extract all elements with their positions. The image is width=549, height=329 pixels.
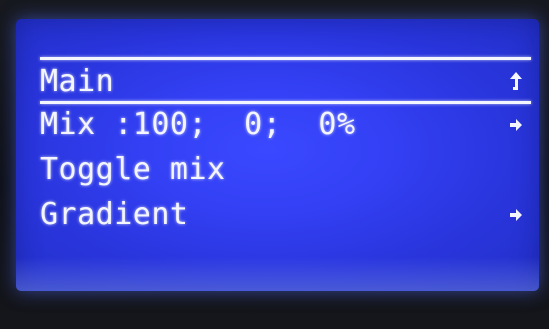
menu-item-gradient[interactable]: Gradient	[40, 196, 531, 234]
right-arrow-icon	[505, 196, 527, 234]
display-bezel: Main Mix :100; 0; 0% Toggle mix Gradient	[0, 0, 549, 329]
menu-header-main[interactable]: Main	[40, 63, 531, 101]
header-bottom-rule	[40, 101, 531, 104]
menu-item-label: Mix :100; 0; 0%	[40, 107, 356, 142]
lcd-screen: Main Mix :100; 0; 0% Toggle mix Gradient	[16, 19, 539, 291]
menu-item-label: Gradient	[40, 197, 189, 232]
menu-item-mix[interactable]: Mix :100; 0; 0%	[40, 106, 531, 144]
menu-item-toggle-mix[interactable]: Toggle mix	[40, 151, 531, 189]
back-arrow-icon[interactable]	[505, 63, 527, 101]
header-top-rule	[40, 57, 531, 60]
menu-header-label: Main	[40, 64, 115, 99]
menu-item-label: Toggle mix	[40, 152, 226, 187]
right-arrow-icon	[505, 106, 527, 144]
